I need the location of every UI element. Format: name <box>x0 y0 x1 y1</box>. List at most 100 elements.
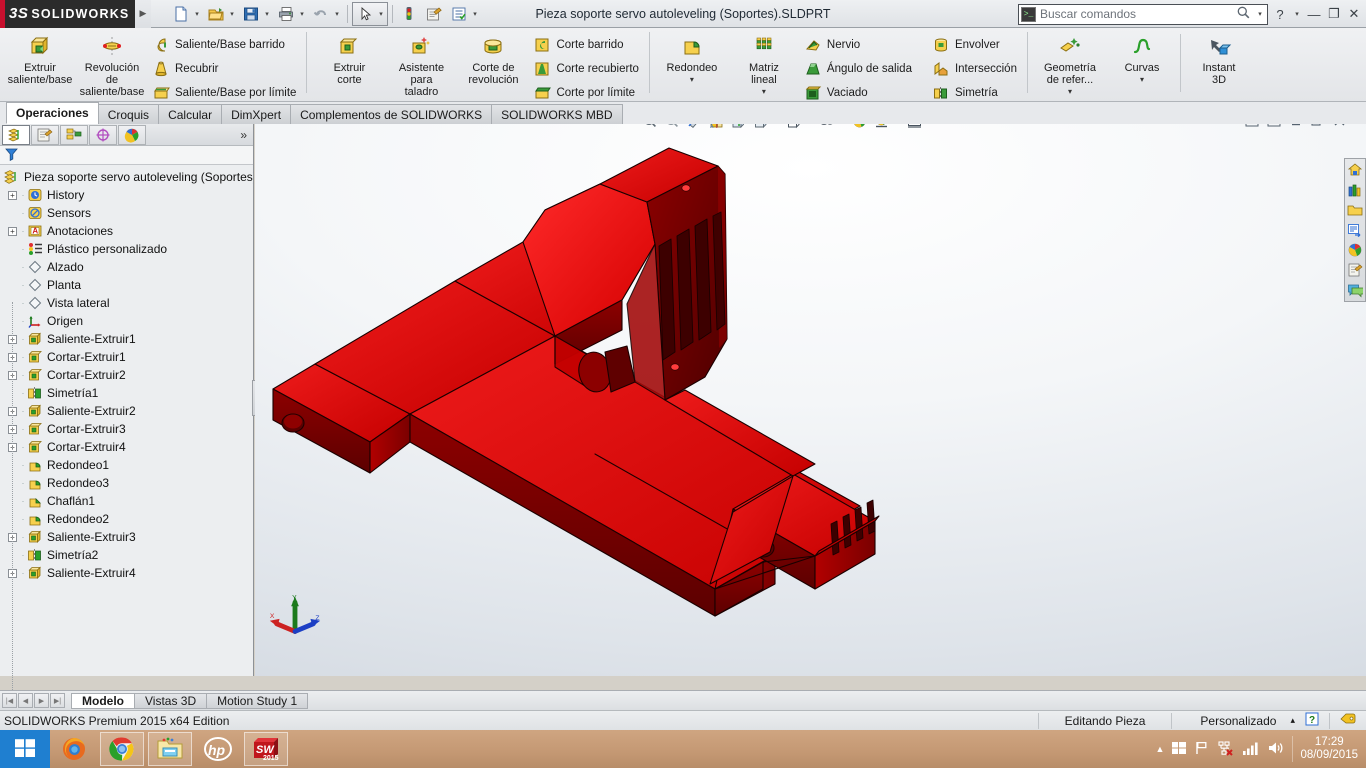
tree-item-chafl-n1[interactable]: · Chaflán1 <box>2 492 253 510</box>
signal-bars-icon[interactable] <box>1242 740 1260 759</box>
tree-item-planta[interactable]: · Planta <box>2 276 253 294</box>
reference-geometry-button[interactable]: Geometría de refer... ▾ <box>1034 30 1106 96</box>
design-library-icon[interactable] <box>1346 181 1364 199</box>
lofted-cut-button[interactable]: Corte recubierto <box>529 58 642 80</box>
tree-item-simetr-a2[interactable]: · Simetría2 <box>2 546 253 564</box>
file-explorer-taskbar-icon[interactable] <box>146 730 194 768</box>
question-mark-icon[interactable]: ? <box>1305 712 1329 729</box>
shell-button[interactable]: Vaciado <box>800 82 916 104</box>
revolved-cut-button[interactable]: Corte de revolución <box>457 30 529 86</box>
tab-croquis[interactable]: Croquis <box>97 104 160 124</box>
print-caret-icon[interactable]: ▾ <box>297 10 307 18</box>
rib-button[interactable]: Nervio <box>800 34 916 56</box>
instant3d-button[interactable]: Instant 3D <box>1183 30 1255 86</box>
tab-vistas-3d[interactable]: Vistas 3D <box>134 692 208 709</box>
new-document-caret-icon[interactable]: ▾ <box>192 10 202 18</box>
tab-solidworks-mbd[interactable]: SOLIDWORKS MBD <box>491 104 623 124</box>
tab-complementos-solidworks[interactable]: Complementos de SOLIDWORKS <box>290 104 493 124</box>
tree-item-saliente-extruir3[interactable]: + · Saliente-Extruir3 <box>2 528 253 546</box>
swept-boss-button[interactable]: Saliente/Base barrido <box>148 34 300 56</box>
tab-operaciones[interactable]: Operaciones <box>6 102 99 124</box>
tree-item-saliente-extruir4[interactable]: + · Saliente-Extruir4 <box>2 564 253 582</box>
first-tab-button[interactable]: |◀ <box>2 693 17 708</box>
hole-wizard-button[interactable]: Asistente para taladro <box>385 30 457 98</box>
tab-calcular[interactable]: Calcular <box>158 104 223 124</box>
wrap-button[interactable]: Envolver <box>928 34 1021 56</box>
start-button[interactable] <box>0 730 50 768</box>
rebuild-button[interactable] <box>397 2 421 26</box>
draft-button[interactable]: Ángulo de salida <box>800 58 916 80</box>
flag-icon[interactable] <box>1194 740 1210 759</box>
swept-cut-button[interactable]: Corte barrido <box>529 34 642 56</box>
file-explorer-icon[interactable] <box>1346 201 1364 219</box>
tab-modelo[interactable]: Modelo <box>71 692 135 709</box>
lofted-boss-button[interactable]: Recubrir <box>148 58 300 80</box>
fillet-dropdown-caret-icon[interactable]: ▾ <box>690 75 694 84</box>
save-caret-icon[interactable]: ▾ <box>262 10 272 18</box>
tag-icon[interactable] <box>1330 712 1366 729</box>
network-error-icon[interactable] <box>1217 740 1235 759</box>
intersect-button[interactable]: Intersección <box>928 58 1021 80</box>
new-document-button[interactable]: ▾ <box>169 2 203 26</box>
tree-root-item[interactable]: Pieza soporte servo autoleveling (Soport… <box>2 168 253 186</box>
tree-item-cortar-extruir1[interactable]: + · Cortar-Extruir1 <box>2 348 253 366</box>
custom-properties-icon[interactable] <box>1346 261 1364 279</box>
dimxpert-manager-tab[interactable] <box>89 124 117 145</box>
select-tool-button[interactable]: ▾ <box>352 1 388 26</box>
windows-action-center-icon[interactable] <box>1171 740 1187 759</box>
property-manager-tab[interactable] <box>31 124 59 145</box>
options-caret-icon[interactable]: ▾ <box>470 10 480 18</box>
tree-item-cortar-extruir2[interactable]: + · Cortar-Extruir2 <box>2 366 253 384</box>
undo-caret-icon[interactable]: ▾ <box>332 10 342 18</box>
help-caret-icon[interactable]: ▾ <box>1292 10 1302 18</box>
restore-window-button[interactable]: ❐ <box>1326 4 1342 24</box>
menu-expand-arrow-icon[interactable]: ▶ <box>135 0 151 28</box>
display-manager-tab[interactable] <box>118 124 146 145</box>
tree-item-cortar-extruir3[interactable]: + · Cortar-Extruir3 <box>2 420 253 438</box>
minimize-window-button[interactable]: — <box>1306 4 1322 24</box>
status-units-label[interactable]: Personalizado <box>1172 714 1290 728</box>
tree-item-sensors[interactable]: · Sensors <box>2 204 253 222</box>
open-document-caret-icon[interactable]: ▾ <box>227 10 237 18</box>
tree-item-origen[interactable]: · Origen <box>2 312 253 330</box>
next-tab-button[interactable]: ▶ <box>34 693 49 708</box>
feature-manager-tab[interactable] <box>2 124 30 145</box>
reference-geometry-dropdown-caret-icon[interactable]: ▾ <box>1068 87 1072 96</box>
tree-item-redondeo2[interactable]: · Redondeo2 <box>2 510 253 528</box>
solidworks-forum-icon[interactable] <box>1346 281 1364 299</box>
hp-taskbar-icon[interactable]: hp <box>194 730 242 768</box>
search-commands-box[interactable]: >_ Buscar comandos ▾ <box>1018 3 1268 25</box>
undo-button[interactable]: ▾ <box>309 2 343 26</box>
tree-item-cortar-extruir4[interactable]: + · Cortar-Extruir4 <box>2 438 253 456</box>
view-palette-icon[interactable] <box>1346 221 1364 239</box>
feature-tree-filter[interactable] <box>0 146 253 165</box>
tree-item-redondeo3[interactable]: · Redondeo3 <box>2 474 253 492</box>
curves-dropdown-caret-icon[interactable]: ▾ <box>1140 75 1144 84</box>
tree-expand-toggle[interactable]: + <box>8 226 17 236</box>
chrome-taskbar-icon[interactable] <box>98 730 146 768</box>
extruded-cut-button[interactable]: Extruir corte <box>313 30 385 86</box>
firefox-taskbar-icon[interactable] <box>50 730 98 768</box>
boundary-cut-button[interactable]: Corte por límite <box>529 82 642 104</box>
magnifier-icon[interactable] <box>1236 5 1251 23</box>
appearances-scenes-icon[interactable] <box>1346 241 1364 259</box>
tree-item-vista-lateral[interactable]: · Vista lateral <box>2 294 253 312</box>
tree-item-simetr-a1[interactable]: · Simetría1 <box>2 384 253 402</box>
tree-item-saliente-extruir1[interactable]: + · Saliente-Extruir1 <box>2 330 253 348</box>
fillet-button[interactable]: Redondeo ▾ <box>656 30 728 84</box>
save-button[interactable]: ▾ <box>239 2 273 26</box>
tree-item-anotaciones[interactable]: + · A Anotaciones <box>2 222 253 240</box>
file-properties-button[interactable] <box>422 2 446 26</box>
revolve-boss-button[interactable]: Revolución de saliente/base <box>76 30 148 98</box>
open-document-button[interactable]: ▾ <box>204 2 238 26</box>
select-tool-caret-icon[interactable]: ▾ <box>376 10 386 18</box>
tree-item-pl-stico-personalizado[interactable]: · Plástico personalizado <box>2 240 253 258</box>
boundary-boss-button[interactable]: Saliente/Base por límite <box>148 82 300 104</box>
tab-dimxpert[interactable]: DimXpert <box>221 104 292 124</box>
configuration-manager-tab[interactable] <box>60 124 88 145</box>
tab-motion-study-1[interactable]: Motion Study 1 <box>206 692 309 709</box>
extrude-boss-button[interactable]: Extruir saliente/base <box>4 30 76 86</box>
tree-item-history[interactable]: + · History <box>2 186 253 204</box>
taskbar-clock[interactable]: 17:29 08/09/2015 <box>1300 736 1358 762</box>
status-units-caret-icon[interactable]: ▴ <box>1290 715 1305 726</box>
